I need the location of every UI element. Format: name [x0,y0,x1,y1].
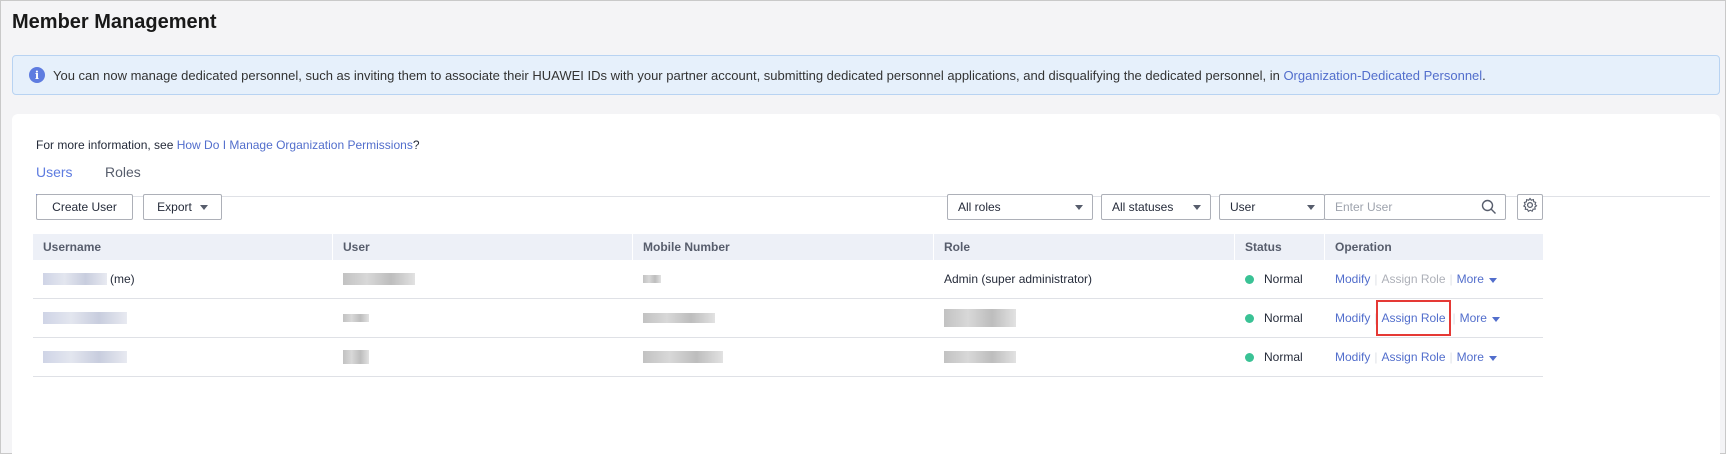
info-notice-banner: i You can now manage dedicated personnel… [12,55,1720,95]
search-input[interactable]: Enter User [1324,194,1506,220]
table-row: (me) Admin (super administrator) Normal … [33,260,1543,299]
chevron-down-icon [1075,205,1083,210]
notice-text: You can now manage dedicated personnel, … [53,67,1486,83]
mobile-cell [633,260,934,298]
status-dot [1245,352,1254,362]
create-user-button[interactable]: Create User [36,194,133,220]
info-icon: i [29,67,45,83]
search-field-select[interactable]: User [1219,194,1325,220]
mobile-cell [633,338,934,376]
role-cell [934,299,1235,337]
table-row: Normal Modify | Assign Role | More [33,299,1543,338]
users-table: Username User Mobile Number Role Status … [33,234,1543,377]
status-cell: Normal [1235,260,1325,298]
redacted-role [944,309,1016,327]
status-cell: Normal [1235,299,1325,337]
modify-link[interactable]: Modify [1335,272,1370,286]
role-cell [934,338,1235,376]
more-dropdown[interactable]: More [1460,311,1500,325]
chevron-down-icon [1491,317,1500,322]
status-dot [1245,274,1254,284]
tab-bar: Users Roles [36,152,1710,197]
header-mobile: Mobile Number [633,234,934,260]
redacted-user [343,314,369,322]
role-cell: Admin (super administrator) [944,272,1093,286]
me-label: (me) [110,272,135,286]
tab-users[interactable]: Users [36,164,73,196]
header-user: User [333,234,633,260]
chevron-down-icon [1193,205,1201,210]
username-cell: (me) [33,260,333,298]
table-header: Username User Mobile Number Role Status … [33,234,1543,260]
search-placeholder: Enter User [1335,200,1393,214]
page-title: Member Management [12,11,217,33]
chevron-down-icon [1307,205,1315,210]
redacted-user [343,350,369,364]
user-cell [333,260,633,298]
export-button[interactable]: Export [143,194,222,220]
status-text: Normal [1264,272,1303,286]
username-cell [33,338,333,376]
dedicated-personnel-link[interactable]: Organization-Dedicated Personnel [1283,68,1482,83]
redacted-username [43,273,107,285]
operation-cell: Modify | Assign Role | More [1325,260,1543,298]
assign-role-link[interactable]: Assign Role [1381,350,1445,364]
redacted-mobile [643,351,723,363]
status-cell: Normal [1235,338,1325,376]
chevron-down-icon [1488,356,1497,361]
more-info-text: For more information, see How Do I Manag… [36,138,420,152]
status-filter-value: All statuses [1112,200,1174,214]
status-text: Normal [1264,350,1303,364]
user-cell [333,338,633,376]
redacted-username [43,312,127,324]
roles-filter-value: All roles [958,200,1001,214]
redacted-username [43,351,127,363]
status-text: Normal [1264,311,1303,325]
redacted-role [944,351,1016,363]
tab-roles[interactable]: Roles [105,164,141,194]
chevron-down-icon [199,204,208,210]
assign-role-link[interactable]: Assign Role [1376,300,1451,336]
table-row: Normal Modify | Assign Role | More [33,338,1543,377]
header-username: Username [33,234,333,260]
table-settings-button[interactable] [1517,194,1543,220]
operation-cell: Modify | Assign Role | More [1325,338,1543,376]
modify-link[interactable]: Modify [1335,311,1370,325]
operation-cell: Modify | Assign Role | More [1325,299,1543,337]
assign-role-link: Assign Role [1381,272,1446,286]
redacted-user [343,273,415,285]
status-dot [1245,313,1254,323]
redacted-mobile [643,313,715,323]
redacted-mobile [643,275,661,283]
roles-filter-select[interactable]: All roles [947,194,1093,220]
gear-icon [1522,197,1538,218]
manage-permissions-link[interactable]: How Do I Manage Organization Permissions [177,138,413,152]
export-label: Export [157,200,192,214]
header-role: Role [934,234,1235,260]
search-field-value: User [1230,200,1256,214]
more-dropdown[interactable]: More [1457,272,1497,286]
header-operation: Operation [1335,240,1392,254]
search-icon[interactable] [1481,199,1497,218]
modify-link[interactable]: Modify [1335,350,1370,364]
more-dropdown[interactable]: More [1457,350,1497,364]
chevron-down-icon [1488,278,1497,283]
status-filter-select[interactable]: All statuses [1101,194,1211,220]
mobile-cell [633,299,934,337]
header-status: Status [1235,234,1325,260]
username-cell [33,299,333,337]
user-cell [333,299,633,337]
